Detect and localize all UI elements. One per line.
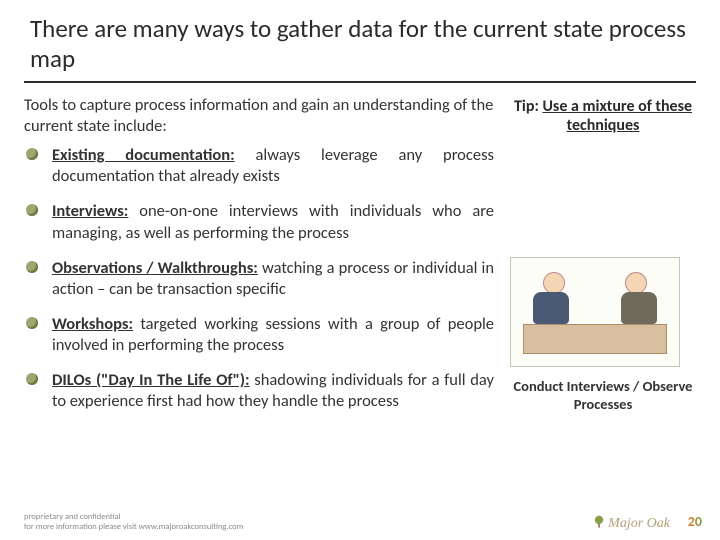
- left-column: Tools to capture process information and…: [24, 95, 494, 426]
- slide-title: There are many ways to gather data for t…: [24, 14, 696, 83]
- footer: proprietary and confidential for more in…: [24, 512, 243, 532]
- footer-line1: proprietary and confidential: [24, 512, 243, 522]
- term: DILOs ("Day In The Life Of"):: [52, 370, 250, 390]
- bullet-list: Existing documentation: always leverage …: [24, 145, 494, 412]
- term: Interviews:: [52, 201, 128, 221]
- page-number: 20: [688, 513, 702, 530]
- brand-logo: Major Oak: [592, 515, 670, 532]
- footer-line2: for more information please visit www.ma…: [24, 522, 243, 532]
- desk-icon: [523, 324, 667, 354]
- term: Existing documentation:: [52, 145, 235, 165]
- tip-box: Tip: Use a mixture of these techniques: [510, 95, 696, 137]
- body: Tools to capture process information and…: [24, 95, 696, 426]
- tip-text: Use a mixture of these techniques: [542, 97, 692, 135]
- list-item: DILOs ("Day In The Life Of"): shadowing …: [42, 370, 494, 412]
- person-left-icon: [529, 272, 573, 324]
- list-item: Workshops: targeted working sessions wit…: [42, 314, 494, 356]
- term: Observations / Walkthroughs:: [52, 258, 258, 278]
- list-item: Interviews: one-on-one interviews with i…: [42, 201, 494, 243]
- list-item: Existing documentation: always leverage …: [42, 145, 494, 187]
- interview-illustration: [510, 257, 680, 367]
- person-right-icon: [617, 272, 661, 324]
- right-column: Tip: Use a mixture of these techniques C…: [494, 95, 696, 426]
- tree-icon: [592, 515, 606, 529]
- list-item: Observations / Walkthroughs: watching a …: [42, 258, 494, 300]
- illustration-caption: Conduct Interviews / Observe Processes: [510, 377, 696, 413]
- slide: There are many ways to gather data for t…: [0, 0, 720, 540]
- term: Workshops:: [52, 314, 133, 334]
- tip-prefix: Tip:: [514, 97, 539, 116]
- intro-text: Tools to capture process information and…: [24, 95, 494, 137]
